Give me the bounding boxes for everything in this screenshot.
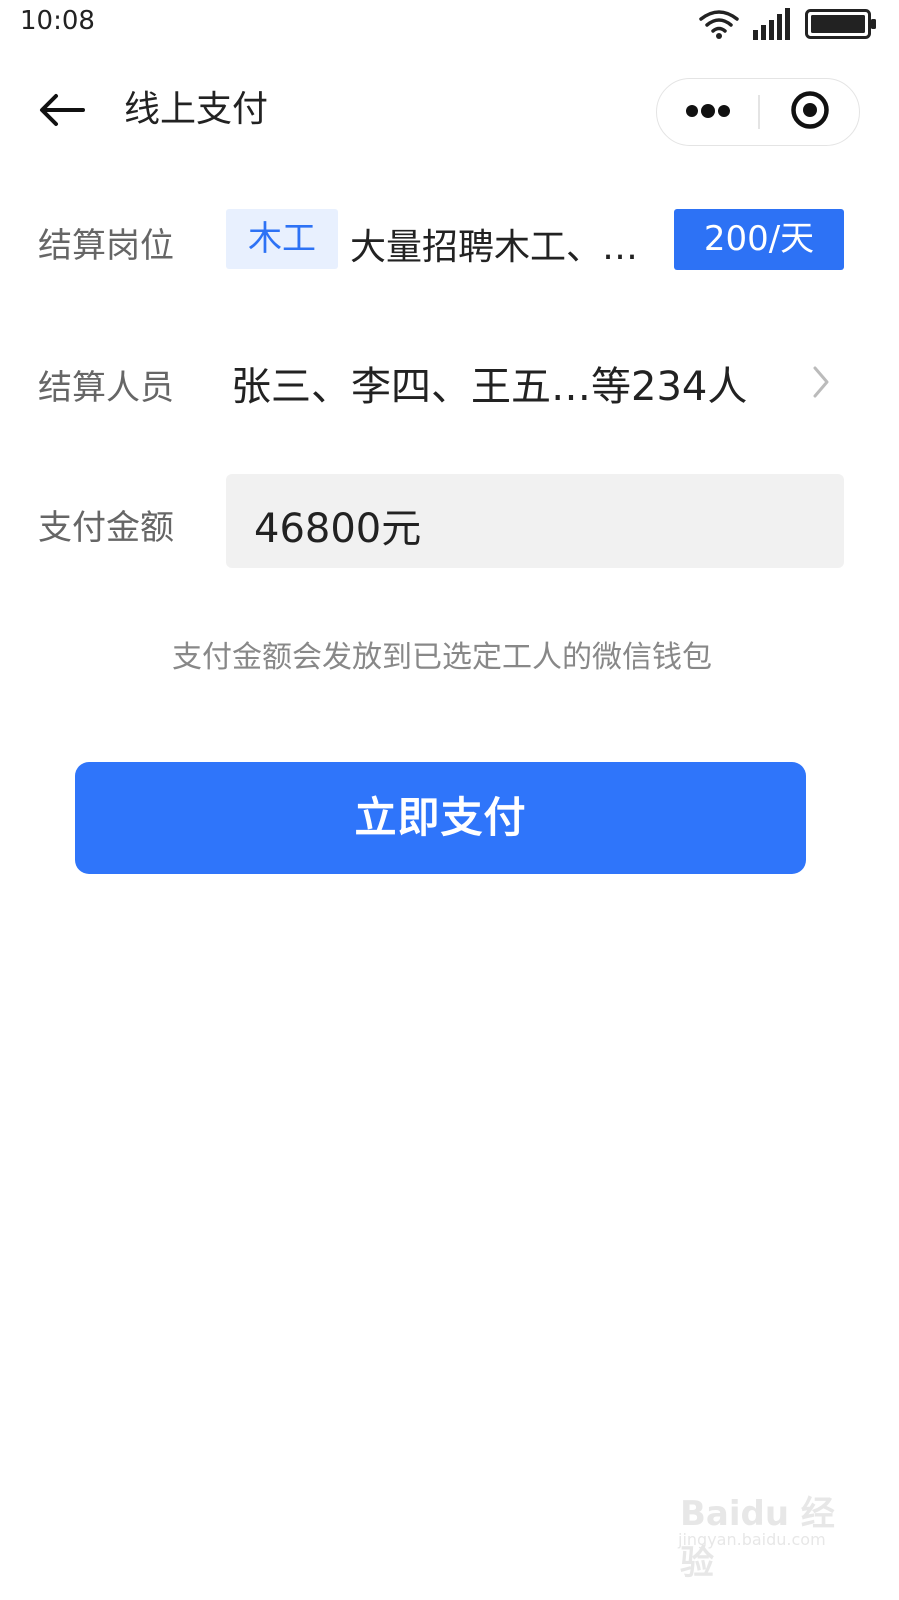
wage-badge: 200/天 — [674, 209, 844, 270]
status-time: 10:08 — [20, 6, 95, 36]
settlement-people-value: 张三、李四、王五…等234人 — [231, 364, 748, 410]
chevron-right-icon — [810, 364, 832, 404]
signal-icon — [753, 8, 791, 40]
mini-program-capsule — [656, 78, 860, 146]
payment-amount-field[interactable]: 46800元 — [226, 474, 844, 568]
settlement-people-row[interactable]: 结算人员 张三、李四、王五…等234人 — [0, 350, 899, 414]
job-title: 大量招聘木工、… — [350, 227, 639, 268]
more-dots-icon — [685, 103, 731, 122]
watermark-url: jingyan.baidu.com — [678, 1530, 826, 1549]
more-button[interactable] — [657, 79, 758, 145]
nav-bar: 线上支付 — [0, 70, 899, 154]
watermark-logo: Baidu 经验 jingyan.baidu.com — [672, 1474, 842, 1583]
settlement-post-label: 结算岗位 — [38, 226, 174, 266]
job-type-tag: 木工 — [226, 209, 338, 269]
wifi-icon — [699, 9, 739, 39]
settlement-post-row: 结算岗位 木工 大量招聘木工、… 200/天 — [0, 208, 899, 272]
settlement-people-label: 结算人员 — [38, 368, 174, 408]
back-button[interactable] — [36, 86, 88, 138]
payment-amount-label: 支付金额 — [38, 508, 174, 548]
payment-amount-value: 46800元 — [254, 506, 422, 552]
battery-icon — [805, 9, 877, 39]
status-icons — [699, 6, 877, 42]
payment-hint: 支付金额会发放到已选定工人的微信钱包 — [172, 640, 712, 675]
page-title: 线上支付 — [124, 89, 269, 130]
pay-now-button[interactable]: 立即支付 — [75, 762, 806, 874]
close-button[interactable] — [760, 79, 859, 145]
status-bar: 10:08 — [0, 0, 899, 48]
arrow-left-icon — [39, 93, 85, 131]
target-close-icon — [790, 90, 830, 134]
payment-amount-row: 支付金额 46800元 — [0, 474, 899, 570]
